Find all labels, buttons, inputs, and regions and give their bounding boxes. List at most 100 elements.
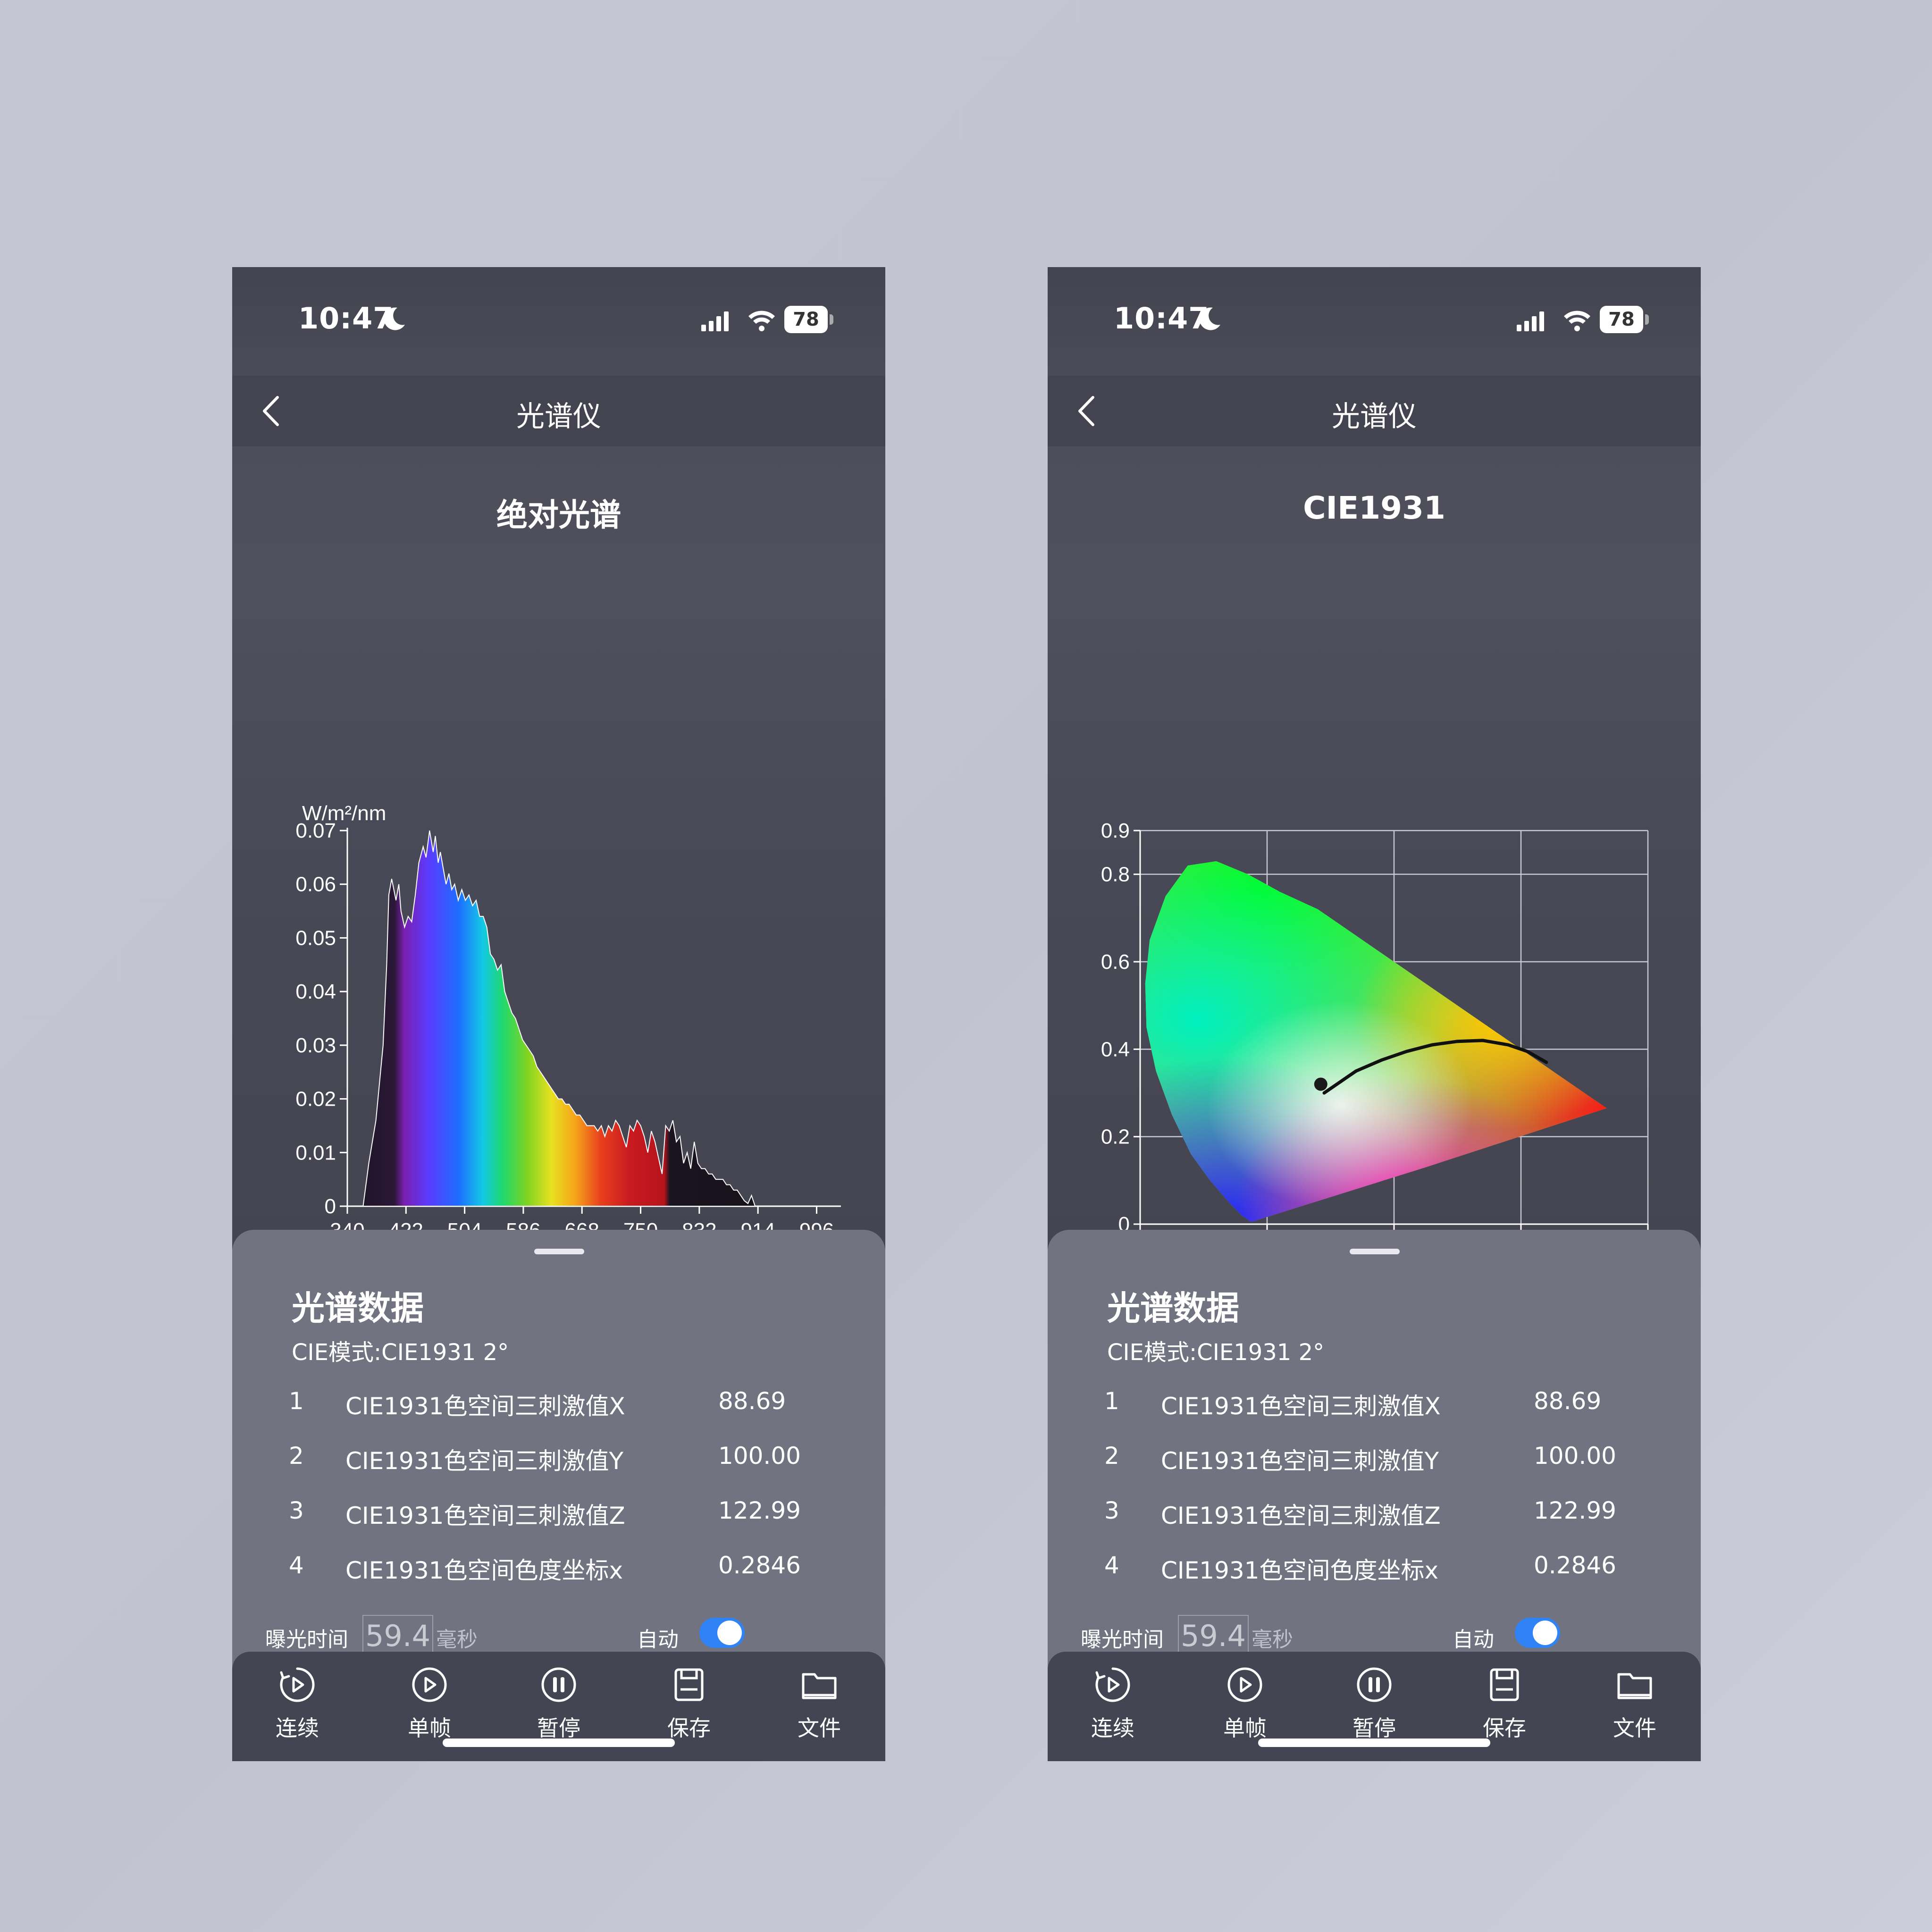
- status-bar: 10:47 78: [232, 267, 885, 376]
- sheet-title: 光谱数据: [1107, 1289, 1239, 1327]
- toolbar-label: 连续: [1091, 1715, 1134, 1741]
- data-row: 3 CIE1931色空间三刺激值Z 122.99: [1048, 1497, 1701, 1535]
- row-name: CIE1931色空间三刺激值Y: [1161, 1447, 1439, 1475]
- toolbar-label: 文件: [798, 1715, 841, 1741]
- y-tick-label: 0.06: [295, 873, 336, 896]
- row-value: 100.00: [718, 1442, 801, 1470]
- cie-mode-label: CIE模式:CIE1931 2°: [292, 1339, 509, 1366]
- exposure-time-label: 曝光时间: [265, 1628, 348, 1652]
- row-index: 4: [289, 1552, 304, 1579]
- y-tick-label: 0.02: [295, 1088, 336, 1111]
- home-indicator: [1258, 1739, 1490, 1747]
- toolbar-file-button[interactable]: 文件: [1588, 1666, 1682, 1751]
- row-value: 88.69: [1534, 1387, 1602, 1415]
- row-index: 3: [289, 1497, 304, 1524]
- row-value: 100.00: [1534, 1442, 1616, 1470]
- data-row: 2 CIE1931色空间三刺激值Y 100.00: [232, 1442, 885, 1480]
- toggle-knob: [1533, 1621, 1557, 1645]
- exposure-time-input[interactable]: 59.4: [1178, 1615, 1249, 1656]
- moon-icon: [1199, 307, 1220, 330]
- toolbar-continuous-button[interactable]: 连续: [1066, 1666, 1160, 1751]
- row-index: 1: [289, 1387, 304, 1415]
- toolbar-pause-button[interactable]: 暂停: [512, 1666, 606, 1751]
- folder-icon: [1617, 1673, 1652, 1699]
- continuous-play-icon: [280, 1667, 315, 1702]
- sheet-title: 光谱数据: [292, 1289, 424, 1327]
- y-tick-label: 0.05: [295, 926, 336, 949]
- row-index: 4: [1104, 1552, 1119, 1579]
- toolbar-label: 暂停: [1352, 1715, 1396, 1741]
- y-tick-label: 0.8: [1101, 863, 1130, 886]
- toolbar-save-button[interactable]: 保存: [1457, 1666, 1552, 1751]
- sheet-drag-handle[interactable]: [534, 1249, 584, 1254]
- phone-screen-cie: 10:47 78 光谱仪 CIE1931 0 0.2 0.4 0.6 0.8 0…: [1048, 267, 1701, 1761]
- y-tick-label: 0: [325, 1195, 336, 1218]
- y-tick-label: 0.03: [295, 1034, 336, 1057]
- wifi-icon: [748, 311, 775, 331]
- toolbar-continuous-button[interactable]: 连续: [250, 1666, 344, 1751]
- chromaticity-point: [1314, 1077, 1327, 1091]
- auto-toggle[interactable]: [1515, 1618, 1560, 1648]
- save-icon: [1490, 1668, 1519, 1701]
- auto-label: 自动: [637, 1628, 679, 1652]
- toolbar-label: 连续: [276, 1715, 319, 1741]
- signal-icon: [701, 311, 729, 331]
- row-name: CIE1931色空间色度坐标x: [1161, 1557, 1439, 1584]
- toolbar-save-button[interactable]: 保存: [642, 1666, 736, 1751]
- pause-icon: [1357, 1667, 1392, 1702]
- y-tick-label: 0.9: [1101, 819, 1130, 842]
- spectrum-chart: W/m²/nm 00.010.020.030.040.050.060.07340…: [295, 802, 841, 1242]
- moon-icon: [384, 307, 405, 330]
- toolbar-single-frame-button[interactable]: 单帧: [1198, 1666, 1292, 1751]
- folder-icon: [802, 1673, 837, 1699]
- toolbar-pause-button[interactable]: 暂停: [1327, 1666, 1421, 1751]
- page-title: 光谱仪: [1332, 400, 1417, 433]
- row-value: 88.69: [718, 1387, 786, 1415]
- data-row: 4 CIE1931色空间色度坐标x 0.2846: [1048, 1552, 1701, 1589]
- y-tick-label: 0.07: [295, 819, 336, 842]
- play-icon: [1227, 1667, 1262, 1702]
- toolbar-label: 文件: [1613, 1715, 1656, 1741]
- save-icon: [674, 1668, 704, 1701]
- auto-toggle[interactable]: [699, 1618, 745, 1648]
- data-row: 2 CIE1931色空间三刺激值Y 100.00: [1048, 1442, 1701, 1480]
- exposure-time-input[interactable]: 59.4: [362, 1615, 433, 1656]
- toolbar-file-button[interactable]: 文件: [772, 1666, 866, 1751]
- home-indicator: [443, 1739, 675, 1747]
- y-tick-label: 0.6: [1101, 950, 1130, 974]
- row-name: CIE1931色空间色度坐标x: [345, 1557, 623, 1584]
- data-row: 4 CIE1931色空间色度坐标x 0.2846: [232, 1552, 885, 1589]
- spectrum-area: [362, 830, 756, 1207]
- chromaticity-gamut: [1145, 861, 1607, 1222]
- data-row: 1 CIE1931色空间三刺激值X 88.69: [1048, 1387, 1701, 1425]
- toolbar-label: 单帧: [1223, 1715, 1267, 1741]
- row-index: 2: [289, 1442, 304, 1470]
- phone-screen-spectrum: 10:47 78 光谱仪 绝对光谱 W/m²/nm 0 0.01 0.02 0.…: [232, 267, 885, 1761]
- sheet-drag-handle[interactable]: [1350, 1249, 1400, 1254]
- row-index: 3: [1104, 1497, 1119, 1524]
- exposure-unit-label: 毫秒: [1252, 1628, 1293, 1652]
- row-index: 1: [1104, 1387, 1119, 1415]
- row-name: CIE1931色空间三刺激值X: [1161, 1393, 1441, 1420]
- toolbar-single-frame-button[interactable]: 单帧: [382, 1666, 477, 1751]
- row-value: 0.2846: [1534, 1552, 1616, 1579]
- data-row: 3 CIE1931色空间三刺激值Z 122.99: [232, 1497, 885, 1535]
- nav-bar: 光谱仪: [1048, 376, 1701, 446]
- toggle-knob: [717, 1621, 742, 1645]
- toolbar-label: 暂停: [537, 1715, 580, 1741]
- battery-level: 78: [1608, 309, 1635, 330]
- row-name: CIE1931色空间三刺激值Z: [1161, 1502, 1441, 1529]
- battery-indicator: 78: [784, 306, 833, 333]
- y-tick-label: 0.2: [1101, 1126, 1130, 1149]
- pause-icon: [541, 1667, 576, 1702]
- row-name: CIE1931色空间三刺激值X: [345, 1393, 625, 1420]
- page-title: 光谱仪: [516, 400, 601, 433]
- row-value: 122.99: [718, 1497, 801, 1524]
- data-row: 1 CIE1931色空间三刺激值X 88.69: [232, 1387, 885, 1425]
- battery-level: 78: [793, 309, 819, 330]
- cie-mode-label: CIE模式:CIE1931 2°: [1107, 1339, 1325, 1366]
- battery-indicator: 78: [1600, 306, 1649, 333]
- play-icon: [412, 1667, 447, 1702]
- row-name: CIE1931色空间三刺激值Z: [345, 1502, 625, 1529]
- y-tick-label: 0.4: [1101, 1038, 1130, 1061]
